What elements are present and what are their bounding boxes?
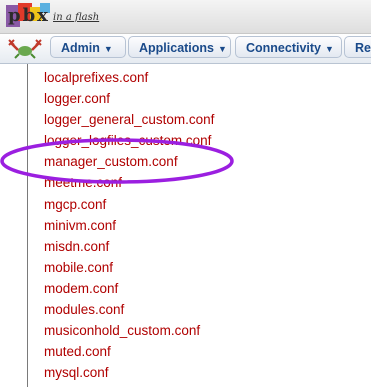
file-link[interactable]: logger_logfiles_custom.conf [44, 130, 214, 151]
menu-admin-label: Admin [61, 41, 100, 55]
menu-applications-button[interactable]: Applications ▼ [128, 36, 231, 58]
file-link[interactable]: minivm.conf [44, 215, 214, 236]
file-link-highlighted[interactable]: manager_custom.conf [44, 151, 214, 172]
file-link[interactable]: modules.conf [44, 299, 214, 320]
file-link[interactable]: muted.conf [44, 341, 214, 362]
file-link[interactable]: mysql.conf [44, 362, 214, 383]
file-link[interactable]: misdn.conf [44, 236, 214, 257]
divider [27, 64, 28, 387]
chevron-down-icon: ▼ [218, 44, 227, 54]
menu-admin-button[interactable]: Admin ▼ [50, 36, 126, 58]
menu-reports-label: Rep [355, 41, 371, 55]
config-file-list-panel: localprefixes.conf logger.conf logger_ge… [0, 64, 371, 387]
file-link[interactable]: logger.conf [44, 88, 214, 109]
logo-letters: pbx [8, 5, 50, 26]
file-link[interactable]: logger_general_custom.conf [44, 109, 214, 130]
menu-connectivity-button[interactable]: Connectivity ▼ [235, 36, 342, 58]
config-file-list: localprefixes.conf logger.conf logger_ge… [44, 67, 214, 383]
file-link[interactable]: musiconhold_custom.conf [44, 320, 214, 341]
crab-icon[interactable] [6, 37, 44, 59]
menu-reports-button[interactable]: Rep [344, 36, 371, 58]
file-link[interactable]: localprefixes.conf [44, 67, 214, 88]
app-logo-icon[interactable]: pbx [6, 3, 50, 27]
file-link[interactable]: modem.conf [44, 278, 214, 299]
file-link[interactable]: mobile.conf [44, 257, 214, 278]
chevron-down-icon: ▼ [325, 44, 334, 54]
file-link[interactable]: mgcp.conf [44, 194, 214, 215]
chevron-down-icon: ▼ [103, 44, 113, 54]
menu-bar: Admin▼ Applications▼ Connectivity▼ Rep [0, 34, 371, 64]
logo-tagline: in a flash [53, 12, 100, 23]
menu-connectivity-label: Connectivity [246, 41, 322, 55]
header-logo-bar: pbx in a flash [0, 0, 371, 34]
menu-applications-label: Applications [139, 41, 215, 55]
file-link[interactable]: meetme.conf [44, 172, 214, 193]
